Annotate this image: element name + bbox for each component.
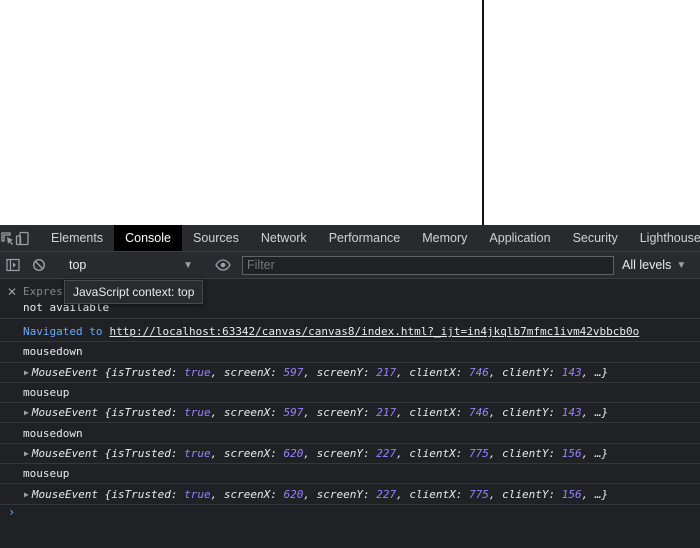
- navigation-message: Navigated to http://localhost:63342/canv…: [0, 322, 700, 343]
- object-name: MouseEvent: [31, 406, 99, 420]
- tab-network[interactable]: Network: [250, 225, 318, 251]
- console-log: Navigated to http://localhost:63342/canv…: [0, 322, 700, 505]
- inspect-element-icon[interactable]: [0, 225, 15, 251]
- ellipsis: …}: [594, 365, 609, 379]
- tab-elements[interactable]: Elements: [40, 225, 114, 251]
- object-value: 156: [561, 446, 582, 460]
- log-levels-dropdown[interactable]: All levels ▼: [622, 258, 686, 272]
- object-value: true: [184, 446, 211, 460]
- log-object-row[interactable]: ▶ MouseEvent {isTrusted: true, screenX: …: [0, 484, 700, 505]
- javascript-context-select[interactable]: top ▼: [63, 252, 199, 279]
- close-icon[interactable]: ✕: [7, 285, 17, 299]
- object-value: 156: [561, 487, 582, 501]
- live-expression-label[interactable]: Express: [23, 285, 69, 298]
- levels-label: All levels: [622, 258, 672, 272]
- log-message: mousedown: [0, 342, 700, 363]
- ellipsis: …}: [594, 446, 609, 460]
- tab-security[interactable]: Security: [562, 225, 629, 251]
- expand-triangle-icon[interactable]: ▶: [24, 368, 29, 377]
- log-object-row[interactable]: ▶ MouseEvent {isTrusted: true, screenX: …: [0, 363, 700, 383]
- console-prompt[interactable]: ›: [8, 505, 15, 519]
- log-message: mouseup: [0, 464, 700, 485]
- dropdown-arrow-icon: ▼: [676, 259, 687, 271]
- object-value: 143: [561, 365, 582, 379]
- object-value: 217: [376, 365, 397, 379]
- tab-application[interactable]: Application: [478, 225, 561, 251]
- devtools-tab-bar: Elements Console Sources Network Perform…: [0, 225, 700, 252]
- devtools-panel: Elements Console Sources Network Perform…: [0, 225, 700, 548]
- object-value: 620: [283, 446, 304, 460]
- console-output[interactable]: ✕ Express not available JavaScript conte…: [0, 279, 700, 548]
- filter-input[interactable]: [242, 255, 614, 275]
- canvas-drawn-line: [482, 0, 484, 225]
- tab-memory[interactable]: Memory: [411, 225, 478, 251]
- tab-performance[interactable]: Performance: [318, 225, 412, 251]
- ellipsis: …}: [594, 487, 609, 501]
- page-viewport[interactable]: [0, 0, 700, 225]
- navigated-url-link[interactable]: http://localhost:63342/canvas/canvas8/in…: [109, 325, 639, 338]
- device-toolbar-icon[interactable]: [15, 225, 30, 251]
- live-expression: ✕ Express not available JavaScript conte…: [0, 279, 700, 319]
- object-value: true: [184, 487, 211, 501]
- object-value: true: [184, 365, 211, 379]
- ellipsis: …}: [594, 406, 609, 420]
- object-value: 746: [469, 365, 489, 379]
- object-value: 143: [561, 406, 582, 420]
- log-message: mouseup: [0, 383, 700, 404]
- context-value: top: [69, 258, 87, 272]
- clear-console-icon[interactable]: [26, 252, 52, 279]
- object-name: MouseEvent: [31, 446, 99, 460]
- tab-console[interactable]: Console: [114, 225, 182, 251]
- object-value: 597: [283, 406, 304, 420]
- object-name: MouseEvent: [31, 365, 99, 379]
- object-value: 227: [376, 446, 397, 460]
- object-value: 217: [376, 406, 397, 420]
- object-value: 775: [469, 487, 489, 501]
- log-message: mousedown: [0, 423, 700, 444]
- object-value: 746: [469, 406, 489, 420]
- context-tooltip: JavaScript context: top: [64, 280, 204, 304]
- console-sidebar-icon[interactable]: [0, 252, 26, 279]
- expand-triangle-icon[interactable]: ▶: [24, 449, 29, 458]
- object-value: 620: [283, 487, 304, 501]
- log-object-row[interactable]: ▶ MouseEvent {isTrusted: true, screenX: …: [0, 403, 700, 424]
- expand-triangle-icon[interactable]: ▶: [24, 408, 29, 417]
- object-value: 775: [469, 446, 489, 460]
- live-expression-icon[interactable]: [210, 252, 236, 279]
- object-value: 597: [283, 365, 304, 379]
- tab-sources[interactable]: Sources: [182, 225, 250, 251]
- dropdown-arrow-icon: ▼: [183, 259, 193, 271]
- navigated-prefix: Navigated to: [23, 325, 103, 339]
- expand-triangle-icon[interactable]: ▶: [24, 490, 29, 499]
- tab-lighthouse[interactable]: Lighthouse: [629, 225, 700, 251]
- log-object-row[interactable]: ▶ MouseEvent {isTrusted: true, screenX: …: [0, 444, 700, 465]
- object-name: MouseEvent: [31, 487, 99, 501]
- object-value: true: [184, 406, 211, 420]
- console-toolbar: top ▼ All levels ▼: [0, 252, 700, 279]
- object-value: 227: [376, 487, 397, 501]
